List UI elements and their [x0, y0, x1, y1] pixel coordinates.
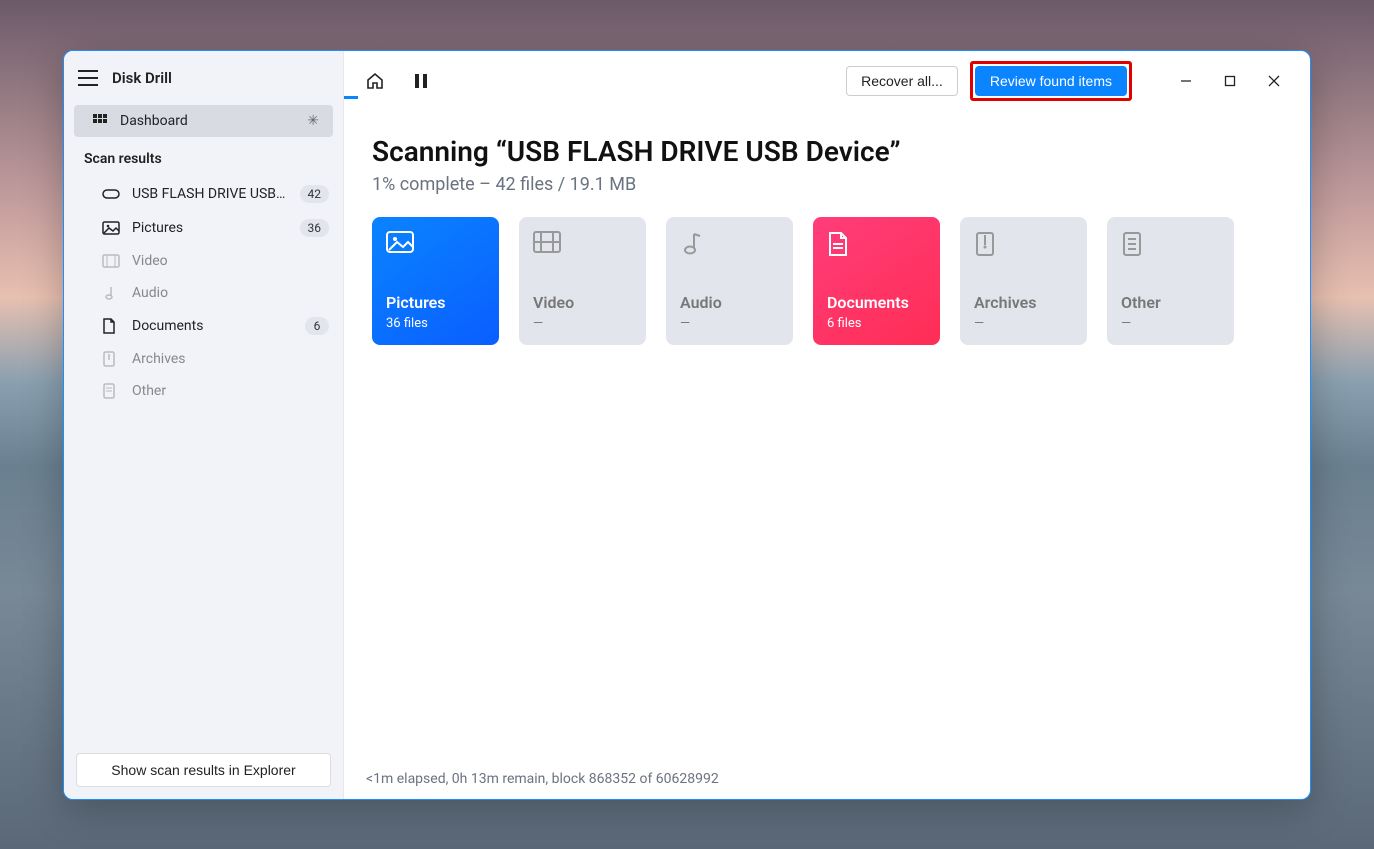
- video-icon: [102, 254, 120, 268]
- card-audio[interactable]: Audio —: [666, 217, 793, 345]
- card-count: —: [974, 316, 1073, 331]
- audio-icon: [680, 231, 779, 263]
- card-archives[interactable]: Archives —: [960, 217, 1087, 345]
- sidebar-item-count: 6: [305, 317, 329, 335]
- minimize-button[interactable]: [1164, 66, 1208, 96]
- picture-icon: [386, 231, 485, 263]
- audio-icon: [102, 285, 120, 301]
- sidebar-item-documents[interactable]: Documents 6: [64, 309, 343, 343]
- sidebar: Disk Drill Dashboard ✳ Scan results USB …: [64, 51, 344, 799]
- maximize-button[interactable]: [1208, 66, 1252, 96]
- close-button[interactable]: [1252, 66, 1296, 96]
- main: Recover all... Review found items Scanni…: [344, 51, 1310, 799]
- sidebar-item-label: Archives: [132, 351, 329, 367]
- card-title: Audio: [680, 293, 779, 312]
- sidebar-item-audio[interactable]: Audio: [64, 277, 343, 309]
- review-button-highlight: Review found items: [970, 61, 1132, 101]
- sidebar-item-label: Video: [132, 253, 329, 269]
- window-controls: [1164, 66, 1296, 96]
- review-found-items-button[interactable]: Review found items: [975, 66, 1127, 96]
- pause-button[interactable]: [404, 64, 438, 98]
- archive-icon: [974, 231, 1073, 263]
- drive-icon: [102, 187, 120, 201]
- card-other[interactable]: Other —: [1107, 217, 1234, 345]
- recover-all-button[interactable]: Recover all...: [846, 66, 958, 96]
- sidebar-item-label: Other: [132, 383, 329, 399]
- sidebar-item-pictures[interactable]: Pictures 36: [64, 211, 343, 245]
- card-pictures[interactable]: Pictures 36 files: [372, 217, 499, 345]
- status-bar: <1m elapsed, 0h 13m remain, block 868352…: [344, 759, 1310, 799]
- card-count: 6 files: [827, 316, 926, 331]
- sidebar-item-label: Pictures: [132, 220, 288, 236]
- document-icon: [102, 318, 120, 334]
- nav-dashboard[interactable]: Dashboard ✳: [74, 105, 333, 137]
- spinner-icon: ✳: [307, 113, 319, 129]
- card-title: Archives: [974, 293, 1073, 312]
- card-count: —: [680, 316, 779, 331]
- sidebar-item-label: Documents: [132, 318, 293, 334]
- sidebar-item-other[interactable]: Other: [64, 375, 343, 407]
- sidebar-footer: Show scan results in Explorer: [64, 741, 343, 799]
- picture-icon: [102, 221, 120, 235]
- home-button[interactable]: [358, 64, 392, 98]
- other-icon: [1121, 231, 1220, 263]
- hamburger-icon[interactable]: [78, 70, 98, 86]
- scan-results-label: Scan results: [64, 137, 343, 177]
- archive-icon: [102, 351, 120, 367]
- card-count: —: [533, 316, 632, 331]
- card-title: Other: [1121, 293, 1220, 312]
- sidebar-item-label: USB FLASH DRIVE USB D...: [132, 186, 288, 202]
- sidebar-item-count: 42: [300, 185, 330, 203]
- sidebar-item-count: 36: [300, 219, 330, 237]
- card-documents[interactable]: Documents 6 files: [813, 217, 940, 345]
- toolbar: Recover all... Review found items: [344, 51, 1310, 105]
- page-subtitle: 1% complete – 42 files / 19.1 MB: [372, 174, 1282, 195]
- show-in-explorer-button[interactable]: Show scan results in Explorer: [76, 753, 331, 787]
- card-count: 36 files: [386, 316, 485, 331]
- card-title: Documents: [827, 293, 926, 312]
- progress-bar: [344, 96, 358, 99]
- card-title: Pictures: [386, 293, 485, 312]
- sidebar-item-label: Audio: [132, 285, 329, 301]
- sidebar-header: Disk Drill: [64, 61, 343, 105]
- sidebar-item-usb[interactable]: USB FLASH DRIVE USB D... 42: [64, 177, 343, 211]
- app-window: Disk Drill Dashboard ✳ Scan results USB …: [63, 50, 1311, 800]
- category-cards: Pictures 36 files Video — Audio —: [372, 217, 1282, 345]
- nav-label: Dashboard: [120, 113, 188, 129]
- page-title: Scanning “USB FLASH DRIVE USB Device”: [372, 135, 1282, 168]
- content: Scanning “USB FLASH DRIVE USB Device” 1%…: [344, 105, 1310, 759]
- sidebar-item-archives[interactable]: Archives: [64, 343, 343, 375]
- card-title: Video: [533, 293, 632, 312]
- sidebar-item-video[interactable]: Video: [64, 245, 343, 277]
- document-icon: [827, 231, 926, 263]
- grid-icon: [92, 113, 108, 129]
- other-icon: [102, 383, 120, 399]
- video-icon: [533, 231, 632, 263]
- card-video[interactable]: Video —: [519, 217, 646, 345]
- card-count: —: [1121, 316, 1220, 331]
- app-name: Disk Drill: [112, 69, 172, 87]
